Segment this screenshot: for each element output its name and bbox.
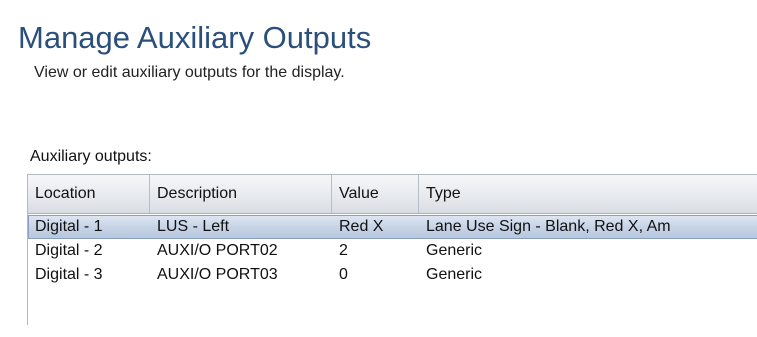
cell-value: 0	[339, 266, 348, 283]
cell-type: Generic	[426, 242, 483, 259]
cell-location: Digital - 2	[35, 242, 103, 259]
table-row[interactable]: Digital - 1 LUS - Left Red X Lane Use Si…	[28, 215, 757, 239]
column-header-value[interactable]: Value	[332, 175, 419, 213]
cell-location: Digital - 3	[35, 266, 103, 283]
auxiliary-outputs-label: Auxiliary outputs:	[30, 148, 152, 165]
cell-type: Lane Use Sign - Blank, Red X, Am	[426, 218, 671, 235]
cell-description: AUXI/O PORT02	[157, 242, 278, 259]
page-subtitle: View or edit auxiliary outputs for the d…	[34, 64, 345, 81]
column-header-location[interactable]: Location	[28, 175, 150, 213]
cell-value: 2	[339, 242, 348, 259]
table-row[interactable]: Digital - 2 AUXI/O PORT02 2 Generic	[28, 239, 757, 263]
column-header-type[interactable]: Type	[419, 175, 757, 213]
grid-header: Location Description Value Type	[28, 175, 757, 214]
grid-rows: Digital - 1 LUS - Left Red X Lane Use Si…	[28, 214, 757, 287]
manage-auxiliary-outputs-page: Manage Auxiliary Outputs View or edit au…	[0, 0, 757, 337]
cell-description: LUS - Left	[157, 218, 230, 235]
page-title: Manage Auxiliary Outputs	[18, 20, 372, 55]
column-header-description[interactable]: Description	[150, 175, 332, 213]
auxiliary-outputs-grid[interactable]: Location Description Value Type Digital …	[27, 174, 757, 325]
cell-description: AUXI/O PORT03	[157, 266, 278, 283]
cell-type: Generic	[426, 266, 483, 283]
cell-location: Digital - 1	[35, 218, 103, 235]
cell-value: Red X	[339, 218, 384, 235]
table-row[interactable]: Digital - 3 AUXI/O PORT03 0 Generic	[28, 263, 757, 287]
